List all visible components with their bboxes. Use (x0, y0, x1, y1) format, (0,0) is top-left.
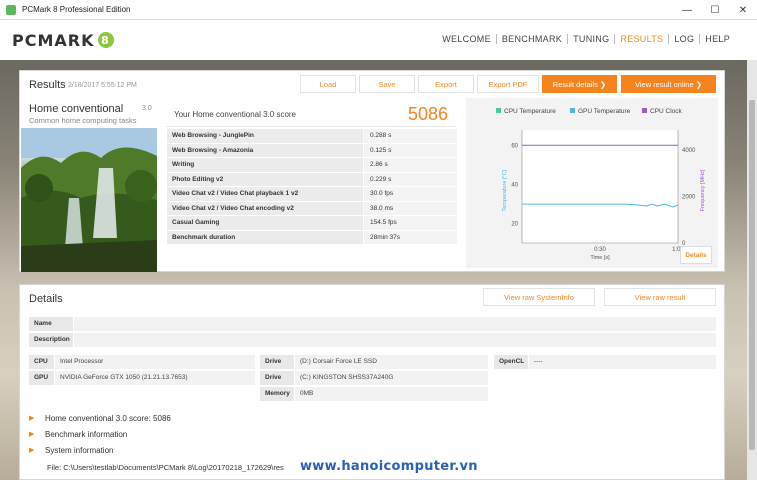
benchmark-subtitle: Common home computing tasks (29, 116, 137, 125)
table-row: Photo Editing v2 0.229 s (167, 172, 457, 187)
result-details-button[interactable]: Result details ❯ (542, 75, 617, 93)
nav-help[interactable]: HELP (700, 34, 735, 44)
table-row: Web Browsing - Amazonia 0.125 s (167, 143, 457, 158)
window-titlebar: PCMark 8 Professional Edition — ☐ ✕ (0, 0, 757, 20)
logo-badge: 8 (97, 32, 114, 48)
nav-log[interactable]: LOG (669, 34, 701, 44)
y-axis-label: Temperature [°C] (502, 169, 508, 211)
nav-benchmark[interactable]: BENCHMARK (497, 34, 569, 44)
benchmark-name: Home conventional (29, 103, 124, 115)
pcmark-logo: PCMARK 8 (12, 31, 114, 50)
window-title: PCMark 8 Professional Edition (22, 5, 131, 14)
opencl-row: OpenCL ---- (494, 355, 716, 369)
legend-swatch-0 (496, 108, 501, 113)
view-result-online-button[interactable]: View result online ❯ (621, 75, 716, 93)
legend-swatch-1 (570, 108, 575, 113)
legend-label-1: GPU Temperature (578, 108, 631, 115)
score-box: Your Home conventional 3.0 score 5086 (166, 101, 456, 127)
monitoring-chart: CPU Temperature GPU Temperature CPU Clock 2… (466, 98, 718, 268)
y-tick-label: 20 (511, 222, 518, 228)
nav-welcome[interactable]: WELCOME (437, 34, 497, 44)
name-row: Name (29, 317, 716, 331)
score-value: 5086 (407, 104, 448, 124)
view-raw-result-button[interactable]: View raw result (604, 288, 716, 306)
legend-swatch-2 (642, 108, 647, 113)
export-button[interactable]: Export (418, 75, 474, 93)
watermark: www.hanoicomputer.vn (300, 459, 478, 474)
monitoring-chart-svg: CPU Temperature GPU Temperature CPU Clock 2… (496, 108, 706, 261)
table-row: Benchmark duration 28min 37s (167, 230, 457, 245)
main-nav: WELCOME BENCHMARK TUNING RESULTS LOG HEL… (437, 34, 735, 44)
cpu-row: CPU Intel Processor (29, 355, 255, 369)
table-row: Web Browsing - JunglePin 0.288 s (167, 129, 457, 144)
caret-right-icon: ▶ (29, 415, 35, 422)
y2-tick-label: 2000 (682, 194, 696, 200)
app-header: PCMARK 8 WELCOME BENCHMARK TUNING RESULT… (0, 20, 757, 60)
minimize-icon[interactable]: — (673, 0, 701, 20)
nav-results[interactable]: RESULTS (615, 34, 670, 44)
chart-details-button[interactable]: Details (680, 246, 712, 264)
table-row: Writing 2.86 s (167, 158, 457, 173)
section-benchmark-information[interactable]: ▶ Benchmark information (29, 427, 709, 441)
memory-row: Memory 0MB (260, 387, 488, 401)
y2-tick-label: 4000 (682, 148, 696, 154)
y-tick-label: 40 (511, 183, 518, 189)
y2-axis-label: Frequency [MHz] (700, 169, 706, 211)
details-panel: Details View raw SystemInfo View raw res… (19, 284, 725, 480)
section-score[interactable]: ▶ Home conventional 3.0 score: 5086 (29, 411, 709, 425)
benchmark-waterfall-image (21, 128, 157, 272)
details-title: Details (29, 293, 63, 305)
gpu-row: GPU NVIDIA GeForce GTX 1050 (21.21.13.76… (29, 371, 255, 385)
y-tick-label: 60 (511, 144, 518, 150)
results-date: 2/18/2017 5:55:12 PM (68, 82, 137, 89)
scrollbar-thumb[interactable] (749, 100, 755, 450)
table-row: Video Chat v2 / Video Chat playback 1 v2… (167, 187, 457, 202)
results-title: Results (29, 79, 66, 91)
close-icon[interactable]: ✕ (729, 0, 757, 20)
load-button[interactable]: Load (300, 75, 356, 93)
description-row: Description (29, 333, 716, 347)
app-icon (6, 4, 16, 15)
caret-right-icon: ▶ (29, 431, 35, 438)
drive-c-row: Drive (C:) KINGSTON SHSS37A240G (260, 371, 488, 385)
subscore-table: Web Browsing - JunglePin 0.288 s Web Brow… (167, 129, 457, 245)
save-button[interactable]: Save (359, 75, 415, 93)
scrollbar[interactable] (747, 60, 757, 480)
x-axis-label: Time [s] (590, 255, 610, 261)
waterfall-illustration (21, 128, 157, 272)
legend-label-2: CPU Clock (650, 108, 683, 115)
view-raw-systeminfo-button[interactable]: View raw SystemInfo (483, 288, 595, 306)
result-file-path: File: C:\Users\testlab\Documents\PCMark … (47, 463, 284, 472)
caret-right-icon: ▶ (29, 447, 35, 454)
table-row: Casual Gaming 154.5 fps (167, 216, 457, 231)
plot-area (522, 130, 678, 243)
drive-d-row: Drive (D:) Corsair Force LE SSD (260, 355, 488, 369)
nav-tuning[interactable]: TUNING (568, 34, 616, 44)
x-tick-label: 0:30 (594, 247, 606, 253)
legend-label-0: CPU Temperature (504, 108, 556, 115)
benchmark-version: 3.0 (142, 105, 152, 112)
export-pdf-button[interactable]: Export PDF (477, 75, 539, 93)
section-system-information[interactable]: ▶ System information (29, 443, 709, 457)
table-row: Video Chat v2 / Video Chat encoding v2 38… (167, 201, 457, 216)
results-panel: Results 2/18/2017 5:55:12 PM Load Save E… (19, 70, 725, 272)
score-label: Your Home conventional 3.0 score (174, 110, 296, 119)
maximize-icon[interactable]: ☐ (701, 0, 729, 20)
window-controls: — ☐ ✕ (673, 0, 757, 20)
